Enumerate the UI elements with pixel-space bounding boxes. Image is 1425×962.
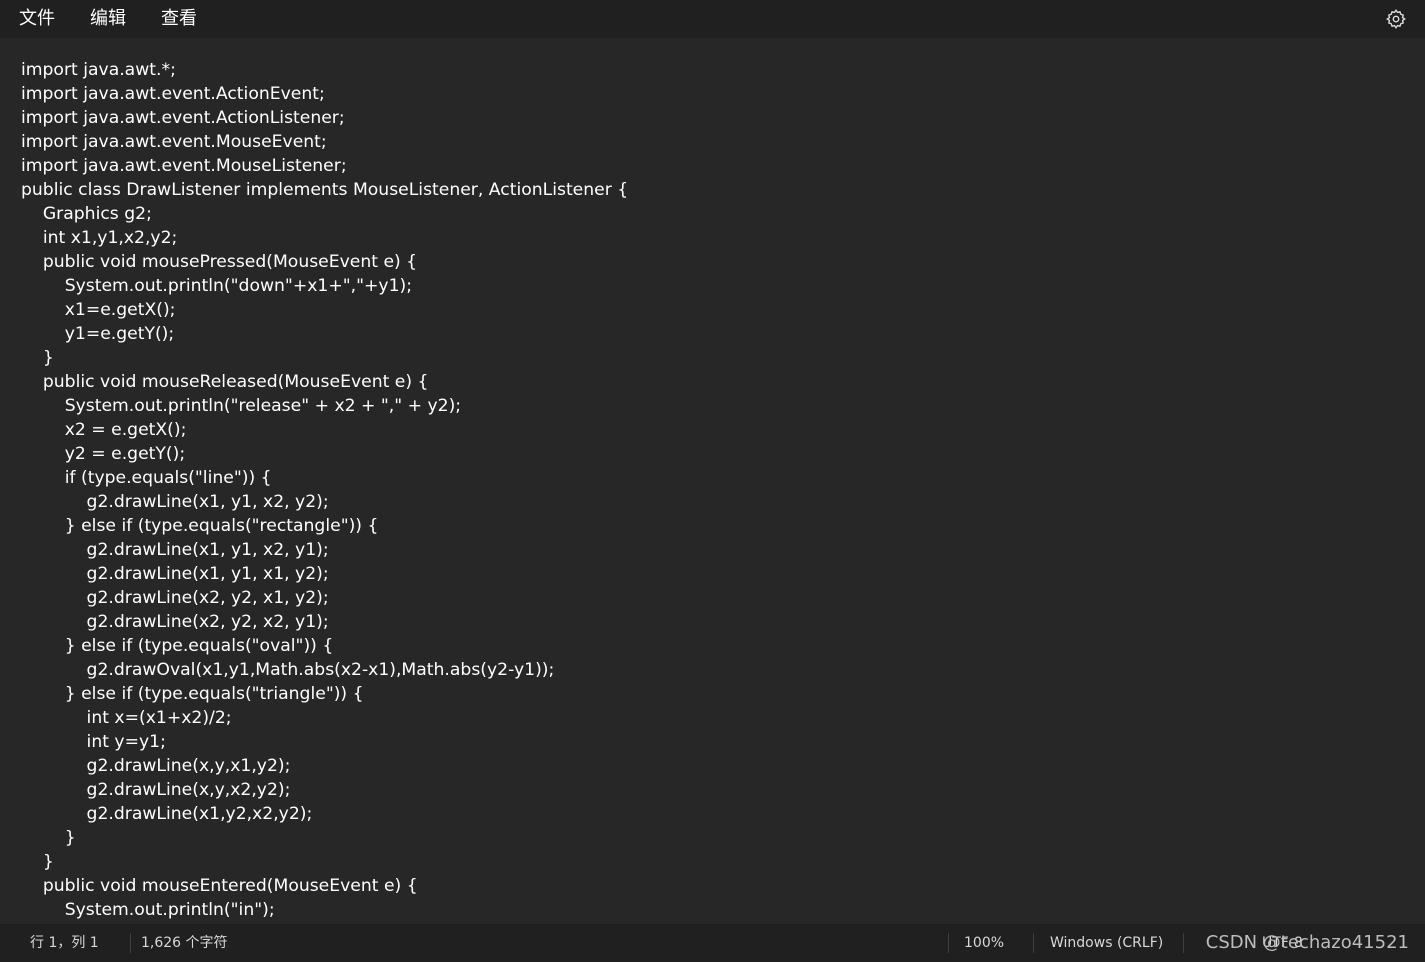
watermark: CSDN @techazo41521 — [1205, 932, 1409, 953]
code-line[interactable]: System.out.println("release" + x2 + "," … — [21, 394, 628, 418]
code-line[interactable]: public void mousePressed(MouseEvent e) { — [21, 250, 628, 274]
gear-icon[interactable] — [1385, 8, 1407, 30]
status-bar: 行 1，列 1 1,626 个字符 100% Windows (CRLF) UT… — [0, 924, 1425, 962]
code-line[interactable]: if (type.equals("line")) { — [21, 466, 628, 490]
code-line[interactable]: import java.awt.event.MouseEvent; — [21, 130, 628, 154]
code-line[interactable]: g2.drawLine(x,y,x2,y2); — [21, 778, 628, 802]
code-line[interactable]: int x=(x1+x2)/2; — [21, 706, 628, 730]
code-line[interactable]: g2.drawLine(x1, y1, x1, y2); — [21, 562, 628, 586]
text-editor[interactable]: import java.awt.*; import java.awt.event.… — [1, 38, 1424, 924]
code-line[interactable]: Graphics g2; — [21, 202, 628, 226]
code-line[interactable]: y1=e.getY(); — [21, 322, 628, 346]
cursor-position: 行 1，列 1 — [30, 935, 99, 951]
code-line[interactable]: import java.awt.event.ActionListener; — [21, 106, 628, 130]
code-line[interactable]: public class DrawListener implements Mou… — [21, 178, 628, 202]
code-line[interactable]: g2.drawLine(x,y,x1,y2); — [21, 754, 628, 778]
code-line[interactable]: g2.drawLine(x1, y1, x2, y2); — [21, 490, 628, 514]
status-divider — [130, 933, 131, 953]
code-line[interactable]: g2.drawLine(x2, y2, x2, y1); — [21, 610, 628, 634]
code-line[interactable]: int x1,y1,x2,y2; — [21, 226, 628, 250]
code-line[interactable]: import java.awt.event.MouseListener; — [21, 154, 628, 178]
status-divider — [948, 933, 949, 953]
code-line[interactable]: g2.drawLine(x1, y1, x2, y1); — [21, 538, 628, 562]
code-line[interactable]: x1=e.getX(); — [21, 298, 628, 322]
code-line[interactable]: System.out.println("down"+x1+","+y1); — [21, 274, 628, 298]
menu-bar: 文件 编辑 查看 — [0, 0, 1425, 38]
code-line[interactable]: public void mouseReleased(MouseEvent e) … — [21, 370, 628, 394]
menu-edit[interactable]: 编辑 — [90, 0, 126, 38]
code-line[interactable]: } — [21, 826, 628, 850]
code-line[interactable]: g2.drawOval(x1,y1,Math.abs(x2-x1),Math.a… — [21, 658, 628, 682]
code-line[interactable]: x2 = e.getX(); — [21, 418, 628, 442]
code-line[interactable]: public void mouseEntered(MouseEvent e) { — [21, 874, 628, 898]
char-count: 1,626 个字符 — [141, 935, 228, 951]
notepad-window: 文件 编辑 查看 import java.awt.*; import java.a… — [0, 0, 1425, 962]
code-line[interactable]: import java.awt.event.ActionEvent; — [21, 82, 628, 106]
code-line[interactable]: System.out.println("in"); — [21, 898, 628, 922]
code-line[interactable]: } else if (type.equals("oval")) { — [21, 634, 628, 658]
menu-file[interactable]: 文件 — [19, 0, 55, 38]
code-line[interactable]: } else if (type.equals("triangle")) { — [21, 682, 628, 706]
code-line[interactable]: } else if (type.equals("rectangle")) { — [21, 514, 628, 538]
status-divider — [1033, 933, 1034, 953]
status-divider — [1183, 933, 1184, 953]
code-line[interactable]: } — [21, 346, 628, 370]
line-ending[interactable]: Windows (CRLF) — [1050, 924, 1163, 962]
code-line[interactable]: int y=y1; — [21, 730, 628, 754]
code-line[interactable]: y2 = e.getY(); — [21, 442, 628, 466]
code-line[interactable]: g2.drawLine(x2, y2, x1, y2); — [21, 586, 628, 610]
menu-view[interactable]: 查看 — [161, 0, 197, 38]
code-line[interactable]: g2.drawLine(x1,y2,x2,y2); — [21, 802, 628, 826]
code-line[interactable]: } — [21, 850, 628, 874]
code-content[interactable]: import java.awt.*; import java.awt.event.… — [21, 58, 628, 922]
zoom-level[interactable]: 100% — [964, 924, 1004, 962]
code-line[interactable]: import java.awt.*; — [21, 58, 628, 82]
